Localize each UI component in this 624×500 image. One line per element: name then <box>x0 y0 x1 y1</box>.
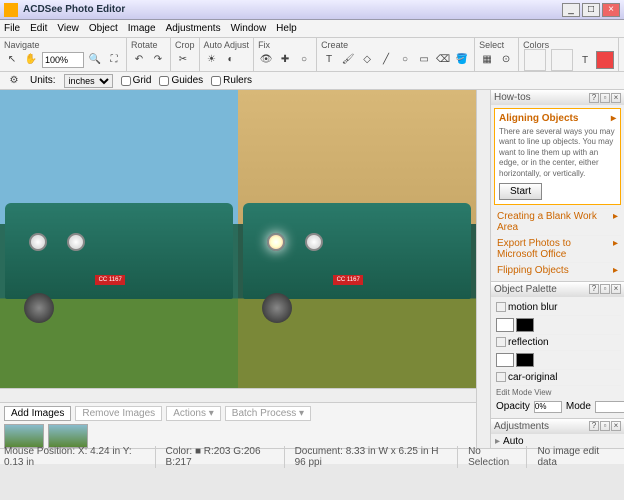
zoom-fit-icon[interactable]: ⛶ <box>106 52 122 68</box>
rulers-checkbox[interactable]: Rulers <box>211 75 252 86</box>
menu-bar: File Edit View Object Image Adjustments … <box>0 20 624 38</box>
crop-icon[interactable]: ✂ <box>175 52 191 68</box>
side-panels: How-tos?▫× Aligning Objects▸ There are s… <box>490 90 624 448</box>
menu-adjustments[interactable]: Adjustments <box>166 23 221 34</box>
rotate-right-icon[interactable]: ↷ <box>150 52 166 68</box>
color-picker-a[interactable] <box>524 49 546 71</box>
heal-icon[interactable]: ✚ <box>277 52 293 68</box>
rotate-left-icon[interactable]: ↶ <box>131 52 147 68</box>
line-icon[interactable]: ╱ <box>378 52 394 68</box>
batch-process-dropdown[interactable]: Batch Process ▾ <box>225 406 311 421</box>
start-button[interactable]: Start <box>499 183 542 200</box>
ellipse-icon[interactable]: ○ <box>397 52 413 68</box>
add-images-button[interactable]: Add Images <box>4 406 71 421</box>
status-color: Color: ■ R:203 G:206 B:217 <box>166 446 285 468</box>
opacity-input[interactable] <box>534 401 562 413</box>
shape-icon[interactable]: ◇ <box>359 52 375 68</box>
menu-help[interactable]: Help <box>276 23 297 34</box>
zoom-in-icon[interactable]: 🔍 <box>87 52 103 68</box>
menu-edit[interactable]: Edit <box>30 23 47 34</box>
clone-icon[interactable]: ○ <box>296 52 312 68</box>
toolbar: Navigate ↖ ✋ 🔍 ⛶ Rotate↶↷ Crop✂ Auto Adj… <box>0 38 624 72</box>
actions-dropdown[interactable]: Actions ▾ <box>166 406 221 421</box>
color-picker-b[interactable] <box>551 49 573 71</box>
horizontal-scrollbar[interactable] <box>0 388 476 402</box>
status-selection: No Selection <box>468 446 527 468</box>
brush-icon[interactable]: 🖌 <box>340 52 356 68</box>
thumbnail-2[interactable] <box>48 424 88 448</box>
canvas[interactable]: CC 1167 CC 1167 <box>0 90 476 388</box>
pointer-icon[interactable]: ↖ <box>4 52 20 68</box>
before-image: CC 1167 <box>0 90 238 388</box>
guides-checkbox[interactable]: Guides <box>159 75 203 86</box>
menu-image[interactable]: Image <box>128 23 156 34</box>
marquee-icon[interactable]: ▦ <box>479 52 495 68</box>
group-navigate: Navigate ↖ ✋ 🔍 ⛶ <box>0 38 127 71</box>
mode-select[interactable] <box>595 401 624 413</box>
howto-link-1[interactable]: Creating a Blank Work Area▸ <box>494 208 621 235</box>
status-bar: Mouse Position: X: 4.24 in Y: 0.13 in Co… <box>0 448 624 464</box>
maximize-button[interactable]: □ <box>582 3 600 17</box>
status-document: Document: 8.33 in W x 6.25 in H 96 ppi <box>295 446 459 468</box>
auto-levels-icon[interactable]: ◐ <box>223 52 239 68</box>
bottom-panel: Add Images Remove Images Actions ▾ Batch… <box>0 402 476 448</box>
remove-images-button[interactable]: Remove Images <box>75 406 162 421</box>
menu-view[interactable]: View <box>57 23 79 34</box>
options-icon[interactable]: ⚙ <box>6 73 22 89</box>
status-edit: No image edit data <box>537 446 620 468</box>
text-tool-icon[interactable]: T <box>577 52 593 68</box>
panel-pin-icon[interactable]: ▫ <box>600 93 610 103</box>
lasso-icon[interactable]: ⊙ <box>498 52 514 68</box>
panel-close-icon[interactable]: × <box>611 93 621 103</box>
redeye-icon[interactable]: 👁 <box>258 52 274 68</box>
eraser-icon[interactable]: ⌫ <box>435 52 451 68</box>
minimize-button[interactable]: _ <box>562 3 580 17</box>
grid-checkbox[interactable]: Grid <box>121 75 152 86</box>
ruler-bar: ⚙ Units: inches Grid Guides Rulers <box>0 72 624 90</box>
menu-object[interactable]: Object <box>89 23 118 34</box>
close-button[interactable]: × <box>602 3 620 17</box>
app-icon <box>4 3 18 17</box>
chevron-right-icon[interactable]: ▸ <box>611 113 616 124</box>
menu-file[interactable]: File <box>4 23 20 34</box>
visibility-icon[interactable] <box>496 302 506 312</box>
color-swatch[interactable] <box>596 51 614 69</box>
after-image: CC 1167 <box>238 90 476 388</box>
howto-link-2[interactable]: Export Photos to Microsoft Office▸ <box>494 235 621 262</box>
status-mouse: Mouse Position: X: 4.24 in Y: 0.13 in <box>4 446 156 468</box>
vertical-scrollbar[interactable] <box>476 90 490 448</box>
thumbnail-1[interactable] <box>4 424 44 448</box>
auto-adjust-icon[interactable]: ☀ <box>204 52 220 68</box>
zoom-input[interactable] <box>42 52 84 68</box>
bucket-icon[interactable]: 🪣 <box>454 52 470 68</box>
howto-link-3[interactable]: Flipping Objects▸ <box>494 262 621 278</box>
units-select[interactable]: inches <box>64 74 113 88</box>
layer-motion-blur[interactable]: motion blur <box>494 300 621 316</box>
title-bar: ACDSee Photo Editor _ □ × <box>0 0 624 20</box>
layer-car-original[interactable]: car-original <box>494 370 621 386</box>
layer-reflection[interactable]: reflection <box>494 335 621 351</box>
rect-icon[interactable]: ▭ <box>416 52 432 68</box>
text-icon[interactable]: T <box>321 52 337 68</box>
hand-icon[interactable]: ✋ <box>23 52 39 68</box>
app-title: ACDSee Photo Editor <box>23 4 560 15</box>
menu-window[interactable]: Window <box>231 23 267 34</box>
panel-help-icon[interactable]: ? <box>589 93 599 103</box>
